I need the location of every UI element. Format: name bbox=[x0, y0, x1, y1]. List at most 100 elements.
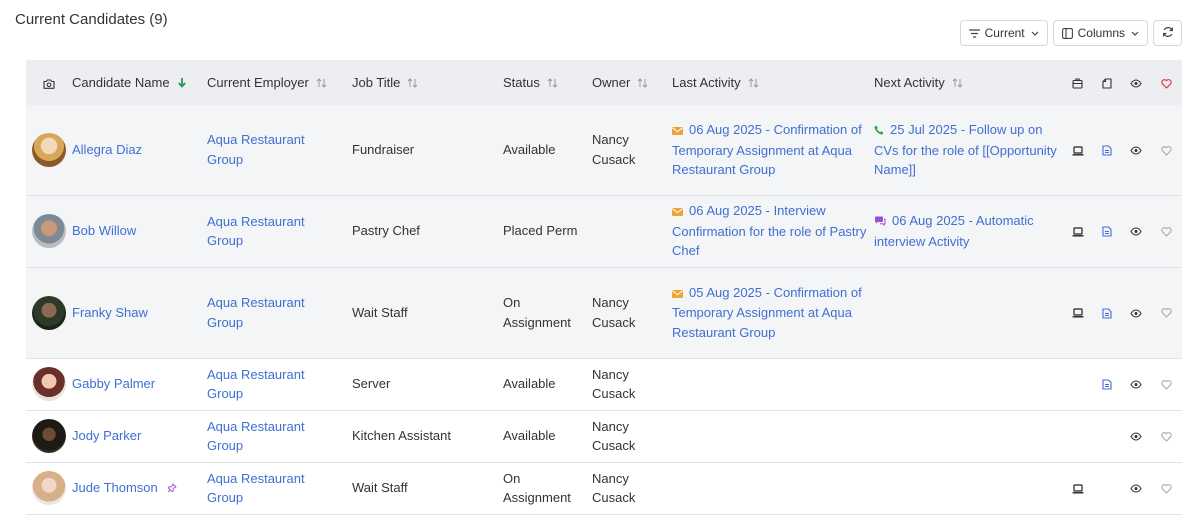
chat-icon bbox=[874, 212, 886, 232]
table-row[interactable]: Bob Willow Aqua Restaurant Group Pastry Ch… bbox=[26, 195, 1182, 268]
candidate-name-link[interactable]: Jody Parker bbox=[72, 426, 141, 446]
next-activity-link[interactable]: 25 Jul 2025 - Follow up on CVs for the r… bbox=[874, 122, 1057, 177]
employer-link[interactable]: Aqua Restaurant Group bbox=[207, 419, 305, 454]
documents-document-icon[interactable] bbox=[1101, 142, 1112, 157]
sort-icon[interactable] bbox=[547, 77, 558, 88]
status-text: On Assignment bbox=[503, 295, 571, 330]
column-header-workplace bbox=[1063, 60, 1092, 105]
sort-icon[interactable] bbox=[748, 77, 759, 88]
filter-dropdown-button[interactable]: Current bbox=[959, 20, 1048, 46]
workplace-laptop-icon[interactable] bbox=[1072, 480, 1084, 495]
columns-dropdown-button[interactable]: Columns bbox=[1052, 20, 1148, 46]
workplace-laptop-icon[interactable] bbox=[1072, 142, 1084, 157]
next-activity-text[interactable]: 25 Jul 2025 - Follow up on CVs for the r… bbox=[874, 122, 1057, 177]
email-icon bbox=[672, 284, 683, 304]
columns-label: Columns bbox=[1077, 26, 1125, 40]
last-activity-link[interactable]: 06 Aug 2025 - Interview Confirmation for… bbox=[672, 203, 866, 258]
view-eye-icon[interactable] bbox=[1130, 223, 1142, 238]
column-header-current-employer[interactable]: Current Employer bbox=[207, 60, 352, 105]
avatar bbox=[32, 419, 66, 453]
sort-icon[interactable] bbox=[316, 77, 327, 88]
last-activity-text[interactable]: 06 Aug 2025 - Interview Confirmation for… bbox=[672, 203, 866, 258]
photo-column-header bbox=[26, 60, 72, 105]
documents-document-icon[interactable] bbox=[1101, 305, 1112, 320]
column-label: Job Title bbox=[352, 75, 401, 90]
view-eye-icon[interactable] bbox=[1130, 142, 1142, 157]
building-icon bbox=[1072, 75, 1083, 90]
candidate-name-link[interactable]: Allegra Diaz bbox=[72, 140, 142, 160]
last-activity-link[interactable]: 06 Aug 2025 - Confirmation of Temporary … bbox=[672, 122, 862, 177]
column-header-owner[interactable]: Owner bbox=[592, 60, 672, 105]
favourite-heart-icon[interactable] bbox=[1161, 376, 1172, 391]
column-header-candidate-name[interactable]: Candidate Name bbox=[72, 60, 207, 105]
table-row[interactable]: Franky Shaw Aqua Restaurant Group Wait Sta… bbox=[26, 267, 1182, 359]
avatar bbox=[32, 295, 66, 330]
table-row[interactable]: Jody Parker Aqua Restaurant Group Kitchen … bbox=[26, 410, 1182, 463]
column-label: Last Activity bbox=[672, 75, 741, 90]
column-header-last-activity[interactable]: Last Activity bbox=[672, 60, 874, 105]
status-text: Available bbox=[503, 376, 556, 392]
column-header-status[interactable]: Status bbox=[503, 60, 592, 105]
favourite-heart-icon[interactable] bbox=[1161, 480, 1172, 495]
documents-document-icon[interactable] bbox=[1101, 223, 1112, 238]
column-label: Owner bbox=[592, 75, 631, 90]
view-eye-icon[interactable] bbox=[1130, 376, 1142, 391]
favourite-heart-icon[interactable] bbox=[1161, 223, 1172, 238]
owner-text: Nancy Cusack bbox=[592, 470, 636, 506]
column-label: Current Employer bbox=[207, 75, 309, 90]
eye-icon bbox=[1130, 75, 1142, 90]
owner-text: Nancy Cusack bbox=[592, 366, 636, 402]
workplace-laptop-icon[interactable] bbox=[1072, 305, 1084, 320]
sort-icon[interactable] bbox=[637, 77, 648, 88]
last-activity-text[interactable]: 05 Aug 2025 - Confirmation of Temporary … bbox=[672, 285, 862, 340]
view-eye-icon[interactable] bbox=[1130, 428, 1142, 443]
employer-link[interactable]: Aqua Restaurant Group bbox=[207, 295, 305, 330]
status-text: Placed Perm bbox=[503, 223, 578, 239]
owner-text: Nancy Cusack bbox=[592, 418, 636, 454]
table-row[interactable]: Jude Thomson Aqua Restaurant Group Wait St… bbox=[26, 462, 1182, 515]
status-text: On Assignment bbox=[503, 470, 571, 506]
table-row[interactable]: Gabby Palmer Aqua Restaurant Group Server A… bbox=[26, 358, 1182, 411]
owner-text: Nancy Cusack bbox=[592, 132, 636, 167]
sort-icon[interactable] bbox=[407, 77, 418, 88]
sort-descending-icon[interactable] bbox=[177, 77, 187, 88]
column-header-next-activity[interactable]: Next Activity bbox=[874, 60, 1063, 105]
column-header-job-title[interactable]: Job Title bbox=[352, 60, 503, 105]
document-outline-icon bbox=[1101, 75, 1112, 90]
column-label: Status bbox=[503, 75, 540, 90]
employer-link[interactable]: Aqua Restaurant Group bbox=[207, 471, 305, 506]
job-title: Pastry Chef bbox=[352, 223, 420, 239]
view-eye-icon[interactable] bbox=[1130, 305, 1142, 320]
favourite-heart-icon[interactable] bbox=[1161, 142, 1172, 157]
employer-link[interactable]: Aqua Restaurant Group bbox=[207, 367, 305, 402]
workplace-laptop-icon[interactable] bbox=[1072, 223, 1084, 238]
table-row[interactable]: Allegra Diaz Aqua Restaurant Group Fundrai… bbox=[26, 105, 1182, 196]
pin-icon[interactable] bbox=[167, 483, 177, 493]
candidate-name-link[interactable]: Jude Thomson bbox=[72, 478, 158, 498]
refresh-button[interactable] bbox=[1153, 20, 1182, 46]
table-header-row: Candidate Name Current Employer Job Titl… bbox=[26, 60, 1182, 105]
employer-link[interactable]: Aqua Restaurant Group bbox=[207, 132, 305, 167]
sort-icon[interactable] bbox=[952, 77, 963, 88]
favourite-heart-icon[interactable] bbox=[1161, 428, 1172, 443]
candidate-name-link[interactable]: Gabby Palmer bbox=[72, 374, 155, 394]
columns-icon bbox=[1061, 27, 1073, 39]
column-label: Next Activity bbox=[874, 75, 945, 90]
last-activity-text[interactable]: 06 Aug 2025 - Confirmation of Temporary … bbox=[672, 122, 862, 177]
favourite-heart-icon[interactable] bbox=[1161, 305, 1172, 320]
job-title: Wait Staff bbox=[352, 304, 408, 320]
employer-link[interactable]: Aqua Restaurant Group bbox=[207, 214, 305, 249]
view-eye-icon[interactable] bbox=[1130, 480, 1142, 495]
filter-icon bbox=[968, 28, 980, 38]
documents-document-icon[interactable] bbox=[1101, 376, 1112, 391]
next-activity-text[interactable]: 06 Aug 2025 - Automatic interview Activi… bbox=[874, 213, 1034, 249]
candidate-name-link[interactable]: Bob Willow bbox=[72, 221, 136, 241]
avatar bbox=[32, 132, 66, 167]
toolbar: Current Columns bbox=[959, 20, 1182, 46]
job-title: Kitchen Assistant bbox=[352, 428, 451, 444]
next-activity-link[interactable]: 06 Aug 2025 - Automatic interview Activi… bbox=[874, 213, 1034, 249]
owner-text: Nancy Cusack bbox=[592, 295, 636, 330]
job-title: Server bbox=[352, 376, 391, 392]
last-activity-link[interactable]: 05 Aug 2025 - Confirmation of Temporary … bbox=[672, 285, 862, 340]
candidate-name-link[interactable]: Franky Shaw bbox=[72, 303, 148, 323]
